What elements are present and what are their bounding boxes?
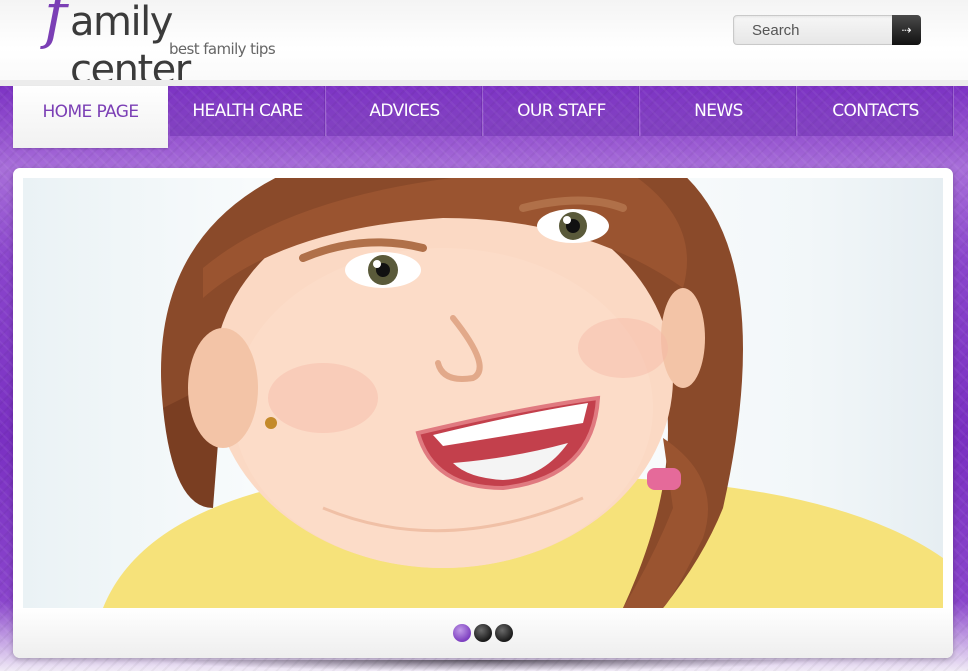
search-input[interactable] (734, 16, 884, 44)
slide-image[interactable] (23, 178, 943, 608)
nav-item-health-care[interactable]: HEALTH CARE (170, 86, 326, 136)
main-nav: HOME PAGE HEALTH CARE ADVICES OUR STAFF … (13, 86, 954, 148)
nav-item-news[interactable]: NEWS (641, 86, 797, 136)
search-button[interactable]: ⇢ (892, 15, 921, 45)
logo-initial: f (44, 0, 67, 51)
arrow-right-icon: ⇢ (901, 23, 912, 37)
nav-item-our-staff[interactable]: OUR STAFF (484, 86, 640, 136)
slider-dot-2[interactable] (474, 624, 492, 642)
nav-item-advices[interactable]: ADVICES (327, 86, 483, 136)
slider-shadow (150, 660, 818, 671)
slider-dot-1[interactable] (453, 624, 471, 642)
site-header: f amily center best family tips ⇢ (0, 0, 968, 93)
girl-photo-illustration (103, 178, 943, 608)
slider-dot-3[interactable] (495, 624, 513, 642)
logo[interactable]: f amily center best family tips (0, 0, 300, 93)
nav-item-contacts[interactable]: CONTACTS (798, 86, 954, 136)
slider-pager (13, 608, 953, 658)
nav-item-home-page[interactable]: HOME PAGE (13, 86, 168, 148)
logo-tagline: best family tips (169, 40, 276, 58)
search-box: ⇢ (733, 15, 921, 45)
image-slider (13, 168, 953, 658)
